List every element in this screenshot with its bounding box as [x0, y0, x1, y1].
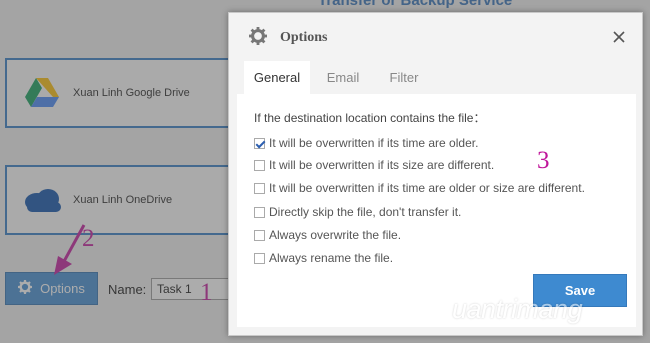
option-label: Always rename the file. [269, 251, 394, 265]
option-always-overwrite[interactable]: Always overwrite the file. [254, 228, 401, 242]
checkbox[interactable] [254, 229, 265, 241]
checkbox[interactable] [254, 182, 265, 194]
option-overwrite-if-size-different[interactable]: It will be overwritten if its size are d… [254, 158, 494, 172]
dialog-title: Options [280, 30, 328, 45]
option-overwrite-if-older[interactable]: It will be overwritten if its time are o… [254, 136, 478, 150]
watermark: uantrimang [420, 293, 583, 326]
checkbox[interactable] [254, 159, 265, 171]
tab-general[interactable]: General [244, 61, 310, 94]
destination-prompt: If the destination location contains the… [254, 111, 486, 125]
gear-icon [249, 26, 267, 50]
tab-bar: General Email Filter [237, 61, 636, 94]
checkbox[interactable] [254, 252, 265, 264]
watermark-text: uantrimang [452, 294, 583, 324]
option-label: Directly skip the file, don't transfer i… [269, 205, 462, 219]
option-label: Always overwrite the file. [269, 228, 402, 242]
options-dialog: Options General Email Filter If the dest… [228, 12, 643, 336]
option-overwrite-if-older-or-size[interactable]: It will be overwritten if its time are o… [254, 181, 585, 195]
tab-filter[interactable]: Filter [376, 61, 432, 94]
option-label: It will be overwritten if its size are d… [269, 158, 495, 172]
tab-email[interactable]: Email [310, 61, 376, 94]
option-always-rename[interactable]: Always rename the file. [254, 251, 393, 265]
checkbox-checked[interactable] [254, 137, 265, 149]
quantrimang-logo-icon [420, 293, 448, 326]
checkbox[interactable] [254, 206, 265, 218]
annotation-step-3: 3 [537, 147, 550, 174]
close-icon[interactable] [612, 30, 626, 44]
dialog-titlebar: Options [229, 13, 642, 63]
dialog-body: General Email Filter If the destination … [237, 61, 636, 327]
option-skip-file[interactable]: Directly skip the file, don't transfer i… [254, 205, 461, 219]
option-label: It will be overwritten if its time are o… [269, 136, 479, 150]
option-label: It will be overwritten if its time are o… [269, 181, 585, 195]
